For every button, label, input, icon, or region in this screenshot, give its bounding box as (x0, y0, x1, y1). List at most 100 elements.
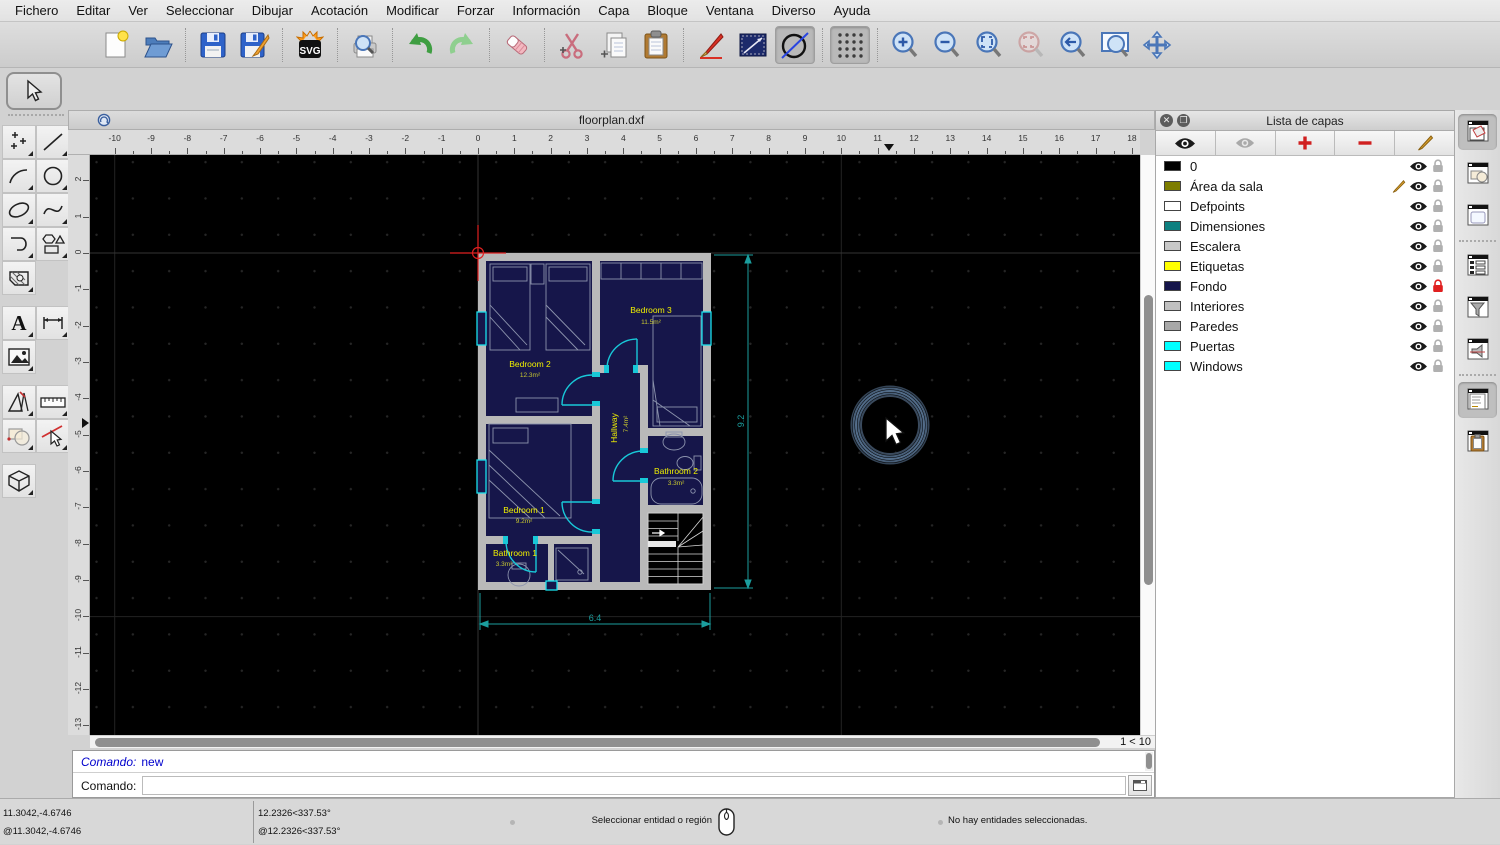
dock-layer-list-button[interactable] (1458, 114, 1497, 150)
command-input[interactable] (142, 776, 1126, 795)
polyline-tool-button[interactable] (2, 227, 36, 261)
dock-plugin-button[interactable] (1458, 332, 1497, 368)
new-document-button[interactable] (96, 26, 136, 64)
dock-entity-list-button[interactable] (1458, 248, 1497, 284)
select-tool-button[interactable] (6, 72, 62, 110)
solid-tool-button[interactable] (2, 464, 36, 498)
layer-row[interactable]: Paredes (1156, 316, 1454, 336)
menu-item[interactable]: Bloque (647, 3, 687, 18)
menu-item[interactable]: Ayuda (834, 3, 871, 18)
arc-tool-button[interactable] (2, 159, 36, 193)
layer-row[interactable]: Área da sala (1156, 176, 1454, 196)
menu-item[interactable]: Ventana (706, 3, 754, 18)
layer-visible-icon[interactable] (1409, 281, 1428, 292)
horizontal-scrollbar-thumb[interactable] (95, 738, 1100, 747)
show-all-layers-button[interactable] (1156, 131, 1216, 155)
menu-item[interactable]: Ver (128, 3, 148, 18)
menu-item[interactable]: Seleccionar (166, 3, 234, 18)
polygon-tool-button[interactable] (36, 227, 70, 261)
dimension-tool-button[interactable] (36, 306, 70, 340)
dock-selection-filter-button[interactable] (1458, 290, 1497, 326)
layer-lock-icon[interactable] (1432, 299, 1444, 313)
layer-visible-icon[interactable] (1409, 201, 1428, 212)
layer-visible-icon[interactable] (1409, 261, 1428, 272)
layer-lock-icon[interactable] (1432, 319, 1444, 333)
ellipse-tool-button[interactable] (2, 193, 36, 227)
layer-visible-icon[interactable] (1409, 321, 1428, 332)
zoom-previous-button[interactable] (1011, 26, 1051, 64)
zoom-in-button[interactable] (885, 26, 925, 64)
cut-button[interactable] (552, 26, 592, 64)
attributes-button[interactable] (733, 26, 773, 64)
drawing-canvas[interactable]: 6.4 9.2 Bedroom 2 12.3m² Bedroom 3 11.5m… (90, 155, 1140, 735)
add-layer-button[interactable] (1275, 131, 1336, 155)
layer-lock-icon[interactable] (1432, 239, 1444, 253)
zoom-window-button[interactable] (1095, 26, 1135, 64)
zoom-out-button[interactable] (927, 26, 967, 64)
layer-lock-icon[interactable] (1432, 199, 1444, 213)
dock-clipboard-button[interactable] (1458, 424, 1497, 460)
edit-layer-button[interactable] (1395, 131, 1454, 155)
layer-visible-icon[interactable] (1409, 361, 1428, 372)
print-preview-button[interactable] (345, 26, 385, 64)
menu-item[interactable]: Capa (598, 3, 629, 18)
delete-button[interactable] (497, 26, 537, 64)
circle-tool-button[interactable] (36, 159, 70, 193)
dock-command-line-button[interactable] (1458, 382, 1497, 418)
drawing-window-titlebar[interactable]: floorplan.dxf (68, 110, 1155, 130)
menu-item[interactable]: Modificar (386, 3, 439, 18)
menu-item[interactable]: Fichero (15, 3, 58, 18)
points-tool-button[interactable] (2, 125, 36, 159)
remove-layer-button[interactable] (1335, 131, 1396, 155)
layer-row[interactable]: Puertas (1156, 336, 1454, 356)
layer-visible-icon[interactable] (1409, 341, 1428, 352)
line-tool-button[interactable] (36, 125, 70, 159)
layer-lock-icon[interactable] (1432, 259, 1444, 273)
vertical-scrollbar-thumb[interactable] (1144, 295, 1153, 585)
menu-item[interactable]: Información (512, 3, 580, 18)
command-options-button[interactable] (1128, 775, 1152, 796)
menu-item[interactable]: Forzar (457, 3, 495, 18)
draft-mode-button[interactable] (775, 25, 815, 64)
zoom-redraw-button[interactable] (1053, 26, 1093, 64)
layer-lock-icon[interactable] (1432, 179, 1444, 193)
construction-tool-button[interactable] (2, 385, 36, 419)
horizontal-scrollbar[interactable]: 1 < 10 (90, 735, 1155, 748)
menu-item[interactable]: Diverso (772, 3, 816, 18)
layer-row[interactable]: Interiores (1156, 296, 1454, 316)
layer-visible-icon[interactable] (1409, 181, 1428, 192)
export-svg-button[interactable]: SVG (290, 26, 330, 64)
save-button[interactable] (193, 26, 233, 64)
layer-row[interactable]: Dimensiones (1156, 216, 1454, 236)
vertical-scrollbar[interactable] (1140, 155, 1155, 735)
layer-visible-icon[interactable] (1409, 301, 1428, 312)
layer-visible-icon[interactable] (1409, 241, 1428, 252)
layer-lock-icon[interactable] (1432, 339, 1444, 353)
layer-row[interactable]: Escalera (1156, 236, 1454, 256)
layer-row[interactable]: Windows (1156, 356, 1454, 376)
grid-toggle-button[interactable] (830, 25, 870, 64)
pen-attributes-button[interactable] (691, 26, 731, 64)
layer-lock-icon[interactable] (1432, 359, 1444, 373)
layer-row[interactable]: Defpoints (1156, 196, 1454, 216)
dock-block-list-button[interactable] (1458, 156, 1497, 192)
undo-button[interactable] (400, 26, 440, 64)
modify-tool-button[interactable] (2, 419, 36, 453)
measure-tool-button[interactable] (36, 385, 70, 419)
layer-lock-icon[interactable] (1432, 219, 1444, 233)
layer-lock-icon[interactable] (1432, 159, 1444, 173)
select-entity-tool-button[interactable] (36, 419, 70, 453)
layer-row[interactable]: Fondo (1156, 276, 1454, 296)
image-tool-button[interactable] (2, 340, 36, 374)
hide-all-layers-button[interactable] (1215, 131, 1276, 155)
menu-item[interactable]: Editar (76, 3, 110, 18)
text-tool-button[interactable]: A (2, 306, 36, 340)
zoom-pan-button[interactable] (1137, 26, 1177, 64)
dock-library-browser-button[interactable] (1458, 198, 1497, 234)
zoom-auto-button[interactable] (969, 26, 1009, 64)
layer-row[interactable]: Etiquetas (1156, 256, 1454, 276)
command-history-scrollbar[interactable] (1145, 752, 1153, 771)
save-as-button[interactable] (235, 26, 275, 64)
layer-visible-icon[interactable] (1409, 221, 1428, 232)
layer-lock-icon[interactable] (1432, 279, 1444, 293)
